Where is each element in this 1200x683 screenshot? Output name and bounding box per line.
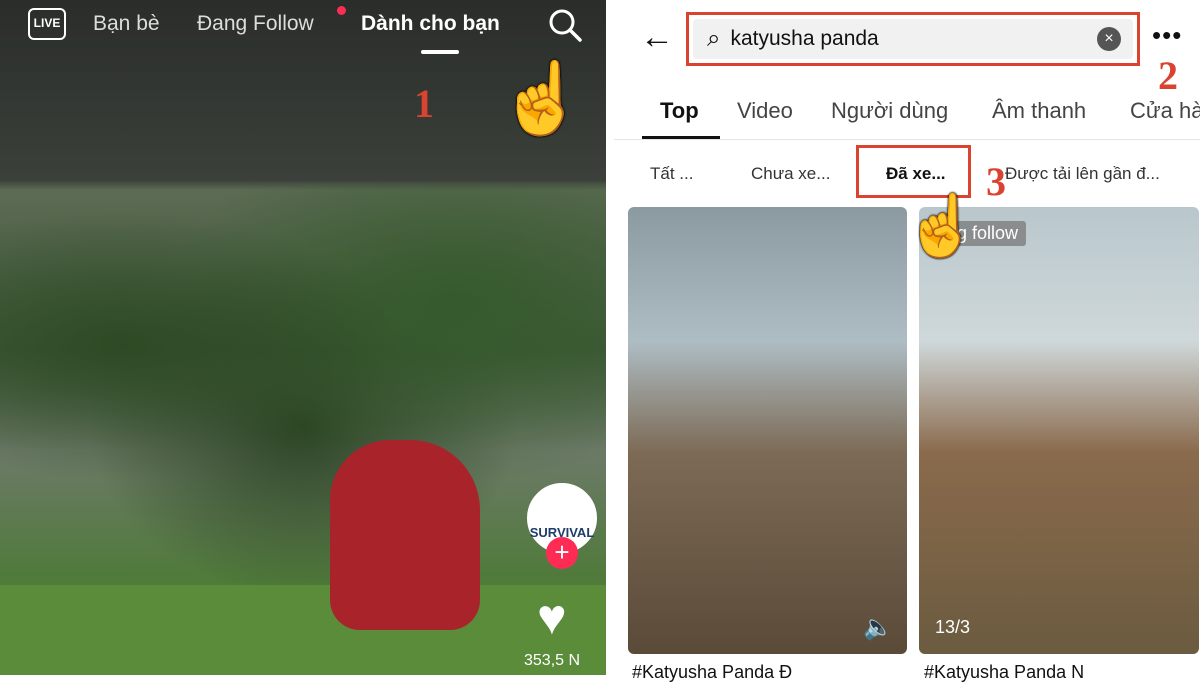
search-value[interactable]: katyusha panda: [730, 27, 1097, 51]
tab-top[interactable]: Top: [660, 98, 699, 124]
video-card[interactable]: ng follow 13/3: [919, 207, 1199, 654]
divider: [606, 0, 614, 675]
video-card[interactable]: 🔈: [628, 207, 907, 654]
tab-for-you[interactable]: Dành cho bạn: [361, 12, 500, 36]
video-background: [0, 185, 606, 585]
tab-sounds[interactable]: Âm thanh: [992, 98, 1086, 124]
filter-watched[interactable]: Đã xe...: [886, 164, 946, 184]
active-tab-indicator: [421, 50, 459, 54]
tiktok-search-screen: ← ⌕ katyusha panda × ••• 2 Top Video Ngư…: [614, 0, 1200, 682]
filter-all[interactable]: Tất ...: [650, 164, 693, 184]
tiktok-feed-screen: LIVE Bạn bè Đang Follow Dành cho bạn 1 ☝…: [0, 0, 606, 675]
step-number-1: 1: [414, 81, 434, 126]
like-heart-icon[interactable]: ♥: [537, 592, 567, 642]
live-button[interactable]: LIVE: [28, 8, 66, 40]
video-title[interactable]: #Katyusha Panda Đ: [632, 662, 792, 683]
more-options-icon[interactable]: •••: [1152, 20, 1182, 51]
back-arrow-icon[interactable]: ←: [640, 18, 674, 57]
notification-dot: [337, 6, 346, 15]
search-icon[interactable]: [546, 6, 584, 44]
active-tab-indicator: [642, 136, 720, 139]
person-in-poncho: [330, 440, 480, 630]
tab-shop[interactable]: Cửa hà: [1130, 98, 1200, 124]
video-title[interactable]: #Katyusha Panda N: [924, 662, 1084, 683]
search-tabs: Top Video Người dùng Âm thanh Cửa hà: [614, 90, 1200, 140]
tab-following[interactable]: Đang Follow: [197, 12, 314, 36]
search-highlight-box: ⌕ katyusha panda ×: [686, 12, 1140, 66]
follow-plus-button[interactable]: +: [546, 537, 578, 569]
pointing-hand-icon: ☝: [904, 192, 979, 259]
filter-unwatched[interactable]: Chưa xe...: [751, 164, 830, 184]
filter-recently-uploaded[interactable]: Được tải lên gần đ...: [1005, 164, 1160, 184]
clear-icon[interactable]: ×: [1097, 27, 1121, 51]
sound-icon[interactable]: 🔈: [863, 613, 893, 642]
tab-video[interactable]: Video: [737, 98, 793, 124]
tab-users[interactable]: Người dùng: [831, 98, 948, 124]
pointing-hand-icon: ☝: [498, 59, 586, 137]
video-grass: [0, 585, 606, 675]
video-date: 13/3: [935, 617, 971, 637]
step-number-3: 3: [986, 159, 1006, 204]
search-icon: ⌕: [707, 25, 721, 52]
like-count: 353,5 N: [524, 652, 581, 669]
search-input[interactable]: ⌕ katyusha panda ×: [693, 19, 1133, 59]
tab-friends[interactable]: Bạn bè: [93, 12, 160, 36]
